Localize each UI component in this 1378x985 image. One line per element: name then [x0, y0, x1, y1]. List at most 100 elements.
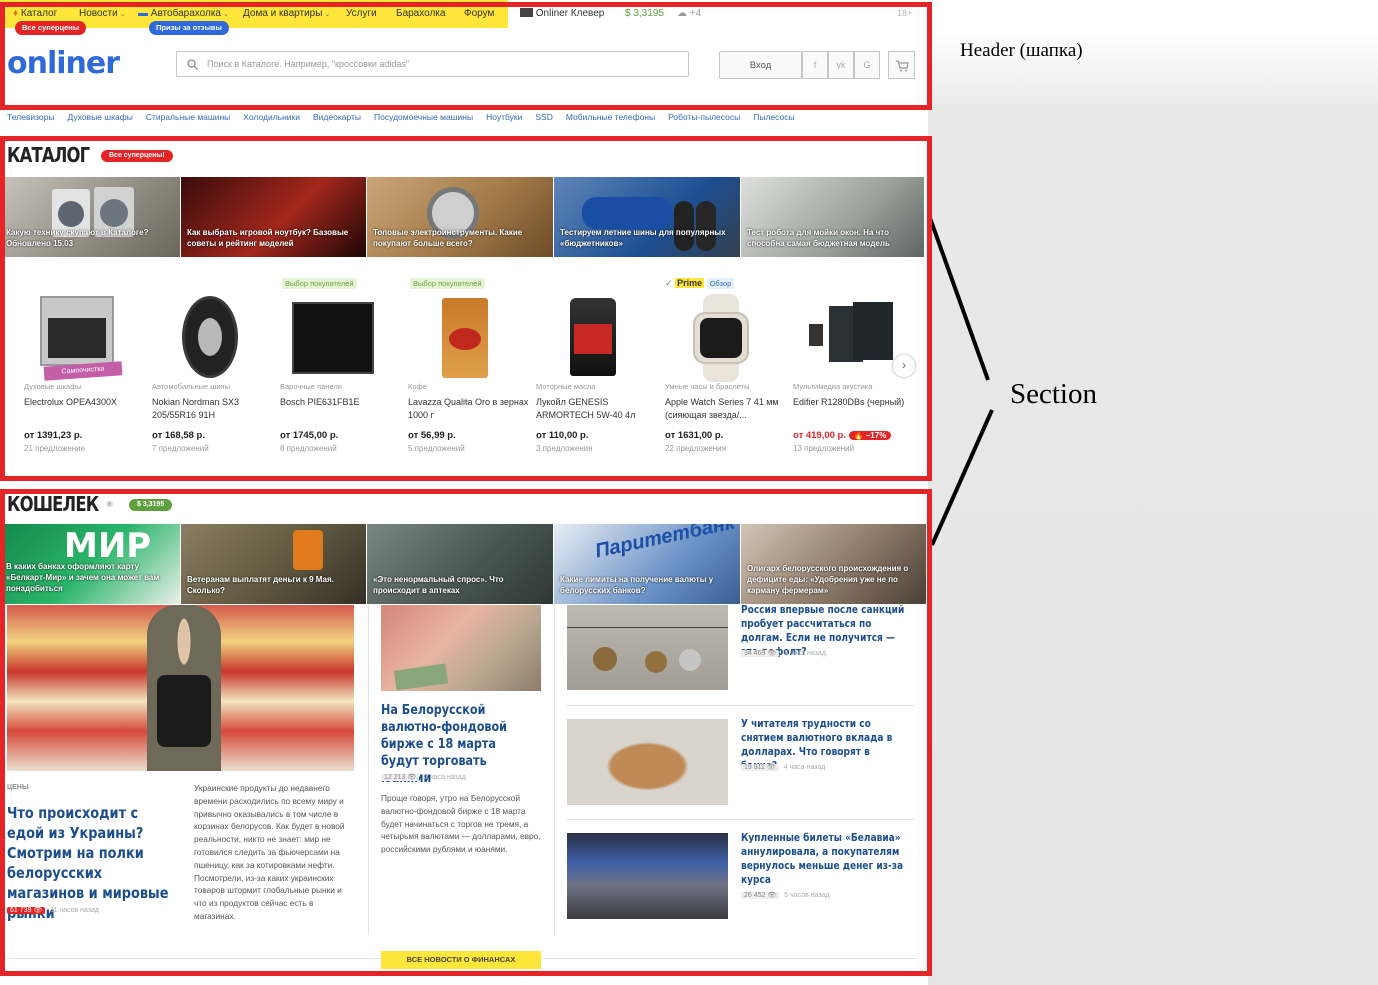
google-icon[interactable]: G	[854, 51, 880, 79]
side-article-stats: 19 911 👁 4 часа назад	[741, 763, 825, 771]
main-article-stats: 61 739 👁 11 часов назад	[7, 906, 99, 914]
catalog-tile-power-tools[interactable]: Топовые электроинструменты. Какие покупа…	[367, 177, 553, 257]
nav-baraholka[interactable]: Барахолка	[396, 8, 445, 19]
wallet-tile-veterans[interactable]: Ветеранам выплатят деньги к 9 Мая. Сколь…	[181, 524, 366, 604]
catlink-dishwashers[interactable]: Посудомоечные машины	[374, 112, 473, 122]
catlink-fridges[interactable]: Холодильники	[243, 112, 300, 122]
product-name[interactable]: Лукойл GENESIS ARMORTECH 5W-40 4л	[536, 396, 658, 422]
login-button[interactable]: Вход	[719, 51, 802, 79]
wallet-rate-badge[interactable]: $ 3,3195	[129, 499, 173, 511]
product-image	[416, 294, 504, 382]
catalog-superprices-badge[interactable]: Все суперцены!	[101, 150, 173, 162]
fire-icon: 🔥	[853, 431, 864, 440]
weather[interactable]: ☁ +4	[677, 8, 701, 19]
chevron-right-icon: ›	[902, 358, 906, 372]
wallet-tile-belkart[interactable]: MИР В каких банках оформляют карту «Белк…	[0, 524, 180, 604]
product-name[interactable]: Electrolux OPEA4300X	[24, 396, 146, 409]
currency-rate[interactable]: $ 3,3195	[625, 8, 664, 19]
prizes-badge[interactable]: Призы за отзывы	[149, 21, 229, 35]
facebook-icon[interactable]: f	[802, 51, 828, 79]
eye-icon: 👁	[407, 774, 417, 781]
product-name[interactable]: Nokian Nordman SX3 205/55R16 91H	[152, 396, 274, 422]
eye-icon: 👁	[767, 650, 777, 657]
product-price[interactable]: от 1745,00 р.	[280, 430, 338, 441]
weather-icon: ☁	[677, 8, 687, 19]
product-price[interactable]: от 110,00 р.	[536, 430, 588, 441]
search-icon	[187, 59, 198, 70]
catlink-ovens[interactable]: Духовые шкафы	[67, 112, 132, 122]
product-price[interactable]: от 1391,23 р.	[24, 430, 82, 441]
side-article-stats: 26 452 👁 5 часов назад	[741, 891, 830, 899]
catlink-robot-vacuums[interactable]: Роботы-пылесосы	[668, 112, 740, 122]
product-price[interactable]: от 56,99 р.	[408, 430, 456, 441]
rss-icon[interactable]: ◉	[106, 499, 113, 508]
nav-news[interactable]: Новости ⌄	[79, 8, 126, 19]
clever-link[interactable]: Onliner Клевер	[520, 8, 604, 19]
superprices-badge[interactable]: Все суперцены	[15, 21, 87, 35]
catalog-title[interactable]: КАТАЛОГ	[7, 143, 90, 167]
product-image	[288, 294, 376, 382]
catlink-washers[interactable]: Стиральные машины	[146, 112, 230, 122]
nav-services[interactable]: Услуги	[346, 8, 377, 19]
wallet-tile-currency-limits[interactable]: Паритетбанк Какие лимиты на получение ва…	[554, 524, 740, 604]
product-image	[673, 294, 761, 382]
middle-article-image[interactable]	[381, 605, 541, 691]
main-article-text: Украинские продукты до недавнего времени…	[194, 783, 345, 921]
annotation-lines	[928, 217, 994, 546]
search-placeholder: Поиск в Каталоге. Например, "кроссовки a…	[207, 59, 410, 69]
onliner-logo[interactable]: onliner	[7, 46, 120, 81]
wallet-tile-oligarch[interactable]: Олигарх белорусского происхождения о деф…	[741, 524, 926, 604]
catalog-tile-gaming-laptop[interactable]: Как выбрать игровой ноутбук? Базовые сов…	[181, 177, 366, 257]
search-input[interactable]: Поиск в Каталоге. Например, "кроссовки a…	[176, 51, 689, 77]
nav-realty[interactable]: Дома и квартиры ⌄	[243, 8, 330, 19]
views-count: 12 213 👁	[381, 774, 420, 781]
catalog-tile-appliances[interactable]: Какую технику скупают в Каталоге? Обновл…	[0, 177, 180, 257]
article-rubric[interactable]: ЦЕНЫ	[7, 784, 29, 791]
product-price[interactable]: от 419,00 р. 🔥 –17%	[793, 430, 892, 441]
all-finance-news-button[interactable]: ВСЕ НОВОСТИ О ФИНАНСАХ	[381, 951, 541, 969]
cart-icon	[896, 60, 909, 72]
wallet-title[interactable]: КОШЕЛЕК	[7, 492, 99, 516]
views-count: 26 452 👁	[741, 892, 780, 899]
catlink-laptops[interactable]: Ноутбуки	[486, 112, 522, 122]
product-name[interactable]: Lavazza Qualita Oro в зернах 1000 г	[408, 396, 530, 422]
views-count: 61 739 👁	[7, 907, 46, 914]
product-name[interactable]: Bosch PIE631FB1E	[280, 396, 402, 409]
nav-catalog[interactable]: ♦ Каталог	[13, 8, 57, 19]
catlink-tv[interactable]: Телевизоры	[7, 112, 54, 122]
cart-button[interactable]	[888, 51, 915, 79]
side-article-image[interactable]	[567, 833, 728, 919]
main-article-title[interactable]: Что происходит с едой из Украины? Смотри…	[7, 803, 172, 923]
product-image	[544, 294, 632, 382]
product-name[interactable]: Edifier R1280DBs (черный)	[793, 396, 915, 409]
side-article-image[interactable]	[567, 719, 728, 805]
buyers-choice-badge: Выбор покупателей	[410, 278, 485, 289]
annotation-section-label: Section	[1010, 378, 1097, 410]
product-price[interactable]: от 1631,00 р.	[665, 430, 723, 441]
product-price[interactable]: от 168,58 р.	[152, 430, 205, 441]
annotation-header-label: Header (шапка)	[960, 40, 1083, 61]
age-rating: 18+	[897, 8, 913, 18]
vk-icon[interactable]: vk	[828, 51, 854, 79]
eye-icon: 👁	[33, 907, 43, 914]
side-article-stats: 34 469 👁 3 часа назад	[741, 649, 826, 657]
catlink-gpu[interactable]: Видеокарты	[313, 112, 361, 122]
catlink-vacuums[interactable]: Пылесосы	[753, 112, 794, 122]
views-count: 34 469 👁	[741, 650, 780, 657]
nav-auto[interactable]: ▬ Автобарахолка ⌄	[138, 8, 229, 19]
main-article-image[interactable]	[7, 605, 354, 771]
buyers-choice-badge: Выбор покупателей	[282, 278, 357, 289]
catlink-ssd[interactable]: SSD	[535, 112, 552, 122]
middle-article-stats: 12 213 👁 3 часа назад	[381, 773, 466, 781]
catalog-tile-window-robot[interactable]: Тест робота для мойки окон. На что спосо…	[741, 177, 924, 257]
catlink-phones[interactable]: Мобильные телефоны	[566, 112, 655, 122]
nav-forum[interactable]: Форум	[464, 8, 494, 19]
wallet-tile-pharmacies[interactable]: «Это ненормальный спрос». Что происходит…	[367, 524, 553, 604]
discount-badge: 🔥 –17%	[848, 431, 892, 440]
side-article-title[interactable]: Купленные билеты «Белавиа» аннулировала,…	[741, 831, 904, 887]
catalog-tile-summer-tires[interactable]: Тестируем летние шины для популярных «бю…	[554, 177, 740, 257]
carousel-next-button[interactable]: ›	[893, 355, 915, 377]
side-article-image[interactable]	[567, 605, 728, 690]
product-name[interactable]: Apple Watch Series 7 41 мм (сияющая звез…	[665, 396, 787, 422]
prime-badge: ✓ Prime Обзор	[665, 278, 735, 289]
